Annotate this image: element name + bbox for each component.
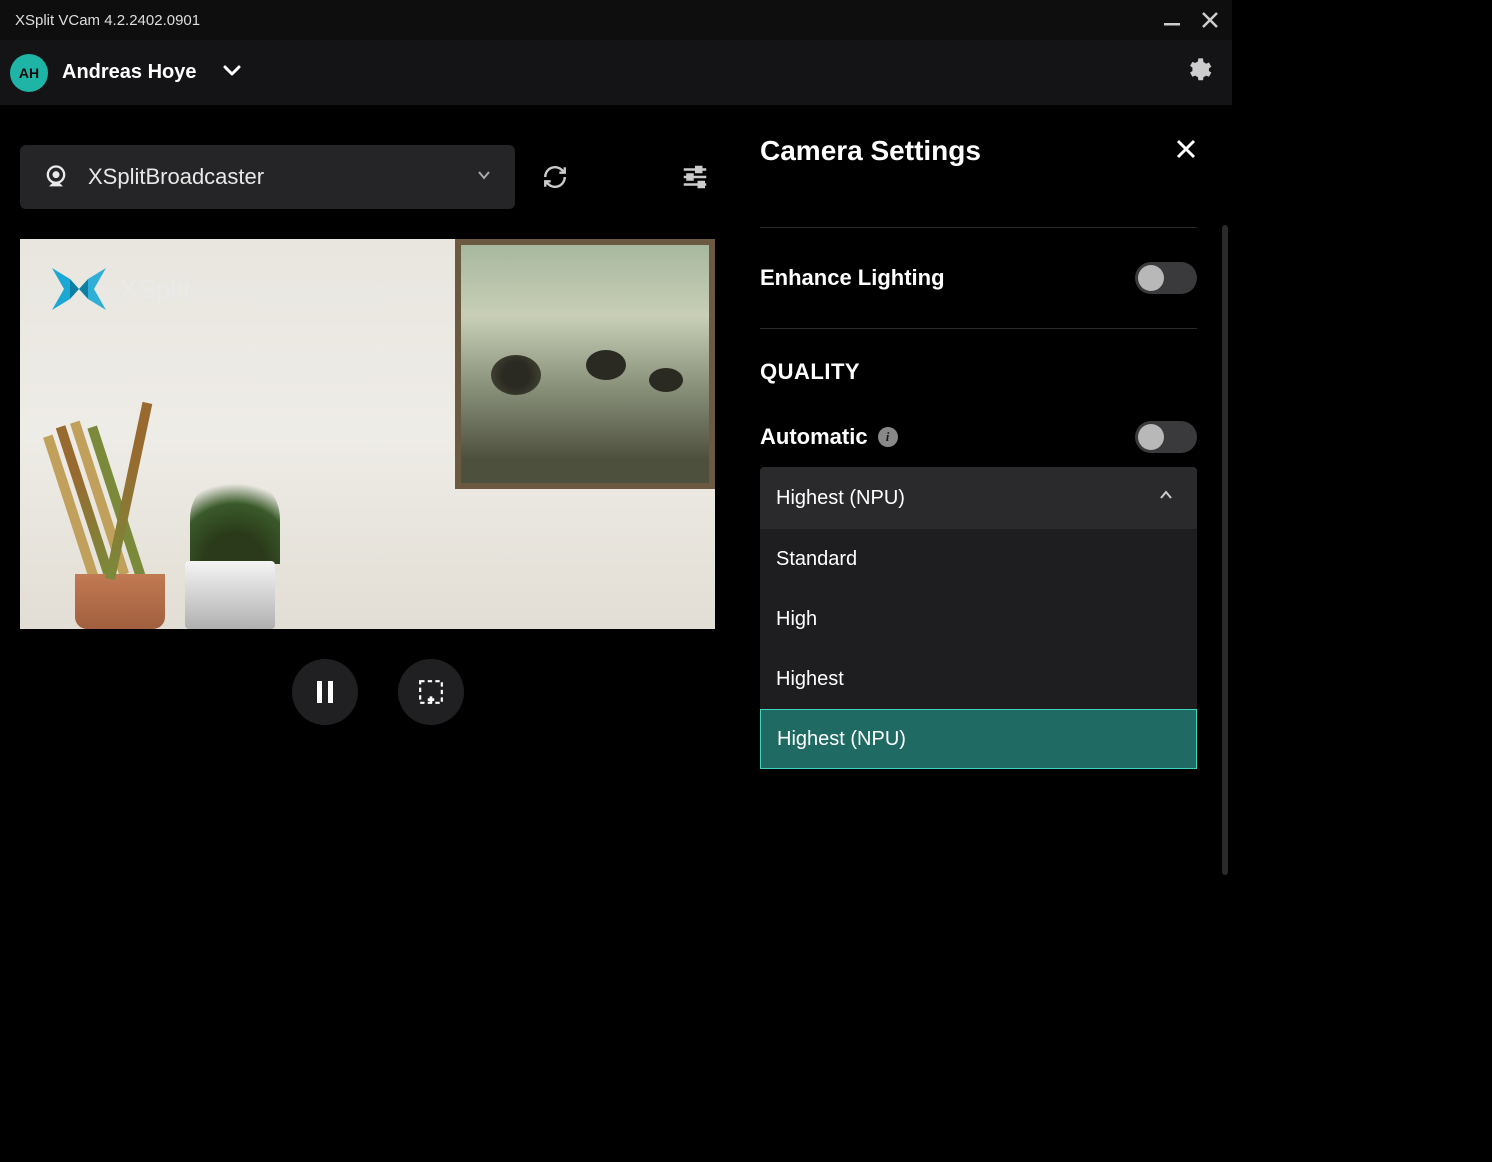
automatic-label: Automatic — [760, 424, 868, 450]
webcam-icon — [42, 163, 70, 191]
quality-option-highest-npu[interactable]: Highest (NPU) — [760, 709, 1197, 769]
quality-option-standard[interactable]: Standard — [760, 529, 1197, 589]
settings-panel: Camera Settings Enhance Lighting QUALITY… — [735, 105, 1232, 960]
watermark: XSplit — [48, 264, 191, 314]
panel-title: Camera Settings — [760, 135, 981, 167]
avatar: AH — [10, 54, 48, 92]
chevron-up-icon — [1157, 486, 1175, 510]
video-preview: XSplit — [20, 239, 715, 629]
titlebar: XSplit VCam 4.2.2402.0901 — [0, 0, 1232, 40]
adjustments-button[interactable] — [675, 157, 715, 197]
info-icon[interactable]: i — [878, 427, 898, 447]
close-button[interactable] — [1200, 10, 1220, 30]
scrollbar[interactable] — [1222, 225, 1228, 875]
quality-heading: QUALITY — [760, 359, 1197, 385]
user-menu[interactable]: AH Andreas Hoye — [10, 54, 243, 92]
chevron-down-icon — [475, 166, 493, 189]
fullscreen-button[interactable] — [398, 659, 464, 725]
camera-source-label: XSplitBroadcaster — [88, 164, 457, 190]
automatic-quality-toggle[interactable] — [1135, 421, 1197, 453]
minimize-button[interactable] — [1162, 10, 1182, 30]
preview-pane: XSplitBroadcaster — [0, 105, 735, 960]
pause-button[interactable] — [292, 659, 358, 725]
close-panel-button[interactable] — [1175, 138, 1197, 165]
quality-dropdown-list: Standard High Highest Highest (NPU) — [760, 529, 1197, 769]
refresh-button[interactable] — [535, 157, 575, 197]
quality-option-highest[interactable]: Highest — [760, 649, 1197, 709]
quality-option-high[interactable]: High — [760, 589, 1197, 649]
camera-source-select[interactable]: XSplitBroadcaster — [20, 145, 515, 209]
header-bar: AH Andreas Hoye — [0, 40, 1232, 105]
settings-button[interactable] — [1184, 56, 1212, 89]
username-label: Andreas Hoye — [62, 61, 197, 84]
watermark-text: XSplit — [120, 274, 191, 305]
enhance-lighting-label: Enhance Lighting — [760, 265, 945, 291]
chevron-down-icon — [221, 59, 243, 86]
quality-select[interactable]: Highest (NPU) — [760, 467, 1197, 529]
quality-selected-label: Highest (NPU) — [776, 487, 905, 510]
window-title: XSplit VCam 4.2.2402.0901 — [15, 12, 200, 29]
xsplit-logo-icon — [48, 264, 110, 314]
enhance-lighting-toggle[interactable] — [1135, 262, 1197, 294]
